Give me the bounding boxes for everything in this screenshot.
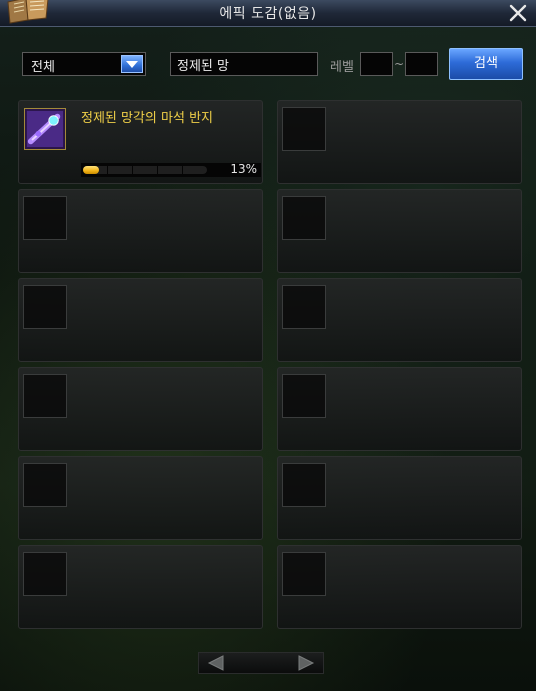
- ring-icon: [24, 108, 66, 150]
- level-label: 레벨: [330, 60, 354, 75]
- arrow-left-icon[interactable]: [207, 655, 225, 671]
- empty-item-card[interactable]: [277, 100, 522, 184]
- progress-divider: [157, 166, 158, 174]
- window-title: 에픽 도감(없음): [219, 6, 317, 22]
- empty-item-slot: [282, 285, 326, 329]
- item-name: 정제된 망각의 마석 반지: [81, 111, 213, 126]
- search-input[interactable]: [170, 52, 318, 76]
- empty-item-card[interactable]: [277, 189, 522, 273]
- empty-item-slot: [282, 374, 326, 418]
- chevron-down-icon[interactable]: [121, 55, 143, 73]
- title-bar: 에픽 도감(없음): [0, 0, 536, 27]
- item-card[interactable]: 정제된 망각의 마석 반지 13%: [18, 100, 263, 184]
- empty-item-slot: [282, 107, 326, 151]
- category-dropdown[interactable]: 전체: [22, 52, 146, 76]
- item-grid: 정제된 망각의 마석 반지 13%: [18, 100, 522, 630]
- progress-divider: [182, 166, 183, 174]
- empty-item-slot: [282, 552, 326, 596]
- arrow-right-icon[interactable]: [297, 655, 315, 671]
- search-button[interactable]: 검색: [449, 48, 523, 80]
- category-selected: 전체: [31, 60, 55, 75]
- empty-item-slot: [282, 196, 326, 240]
- epic-codex-window: 에픽 도감(없음) 전체 레벨 ~ 검색: [0, 0, 536, 691]
- empty-item-card[interactable]: [18, 189, 263, 273]
- collection-progress: 13%: [81, 162, 261, 177]
- empty-item-card[interactable]: [277, 278, 522, 362]
- pagination: [198, 652, 324, 674]
- empty-item-slot: [23, 463, 67, 507]
- progress-track: [83, 166, 207, 174]
- progress-percent: 13%: [230, 162, 257, 176]
- progress-divider: [107, 166, 108, 174]
- empty-item-card[interactable]: [18, 456, 263, 540]
- level-separator: ~: [394, 57, 405, 71]
- empty-item-card[interactable]: [18, 278, 263, 362]
- filter-row: 전체 레벨 ~ 검색: [0, 48, 536, 82]
- empty-item-slot: [23, 196, 67, 240]
- empty-item-card[interactable]: [277, 545, 522, 629]
- empty-item-card[interactable]: [18, 367, 263, 451]
- empty-item-slot: [23, 374, 67, 418]
- empty-item-slot: [282, 463, 326, 507]
- progress-fill: [83, 166, 99, 174]
- level-min-input[interactable]: [360, 52, 393, 76]
- close-icon[interactable]: [506, 1, 530, 25]
- empty-item-card[interactable]: [18, 545, 263, 629]
- empty-item-slot: [23, 285, 67, 329]
- empty-item-card[interactable]: [277, 456, 522, 540]
- level-max-input[interactable]: [405, 52, 438, 76]
- progress-divider: [132, 166, 133, 174]
- empty-item-slot: [23, 552, 67, 596]
- empty-item-card[interactable]: [277, 367, 522, 451]
